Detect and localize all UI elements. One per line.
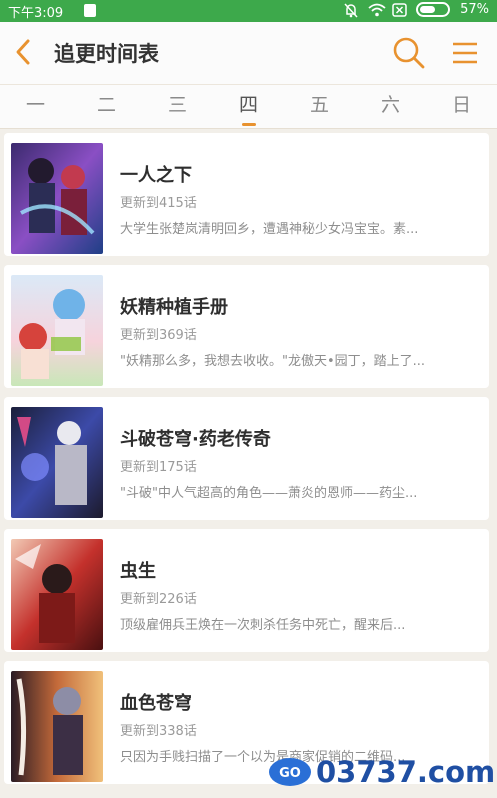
comic-cover-image	[11, 143, 103, 254]
tab-friday[interactable]: 五	[284, 85, 355, 129]
tab-indicator	[242, 123, 256, 126]
comic-description: 顶级雇佣兵王焕在一次刺杀任务中死亡，醒来后...	[120, 618, 406, 633]
comic-update: 更新到175话	[120, 460, 197, 475]
chevron-left-icon[interactable]	[10, 37, 38, 67]
comic-update: 更新到415话	[120, 196, 197, 211]
svg-text:GO: GO	[279, 766, 301, 781]
app-header: 追更时间表	[0, 22, 497, 84]
status-bar: 下午3:09 57%	[0, 0, 497, 22]
tab-label: 三	[167, 94, 187, 116]
tab-label: 一	[25, 94, 45, 116]
comic-title: 斗破苍穹·药老传奇	[120, 429, 271, 450]
tab-label: 四	[238, 94, 258, 116]
x-box-icon	[392, 2, 407, 17]
page-title: 追更时间表	[54, 42, 159, 66]
list-item[interactable]: 虫生 更新到226话 顶级雇佣兵王焕在一次刺杀任务中死亡，醒来后...	[4, 529, 489, 652]
silent-bell-icon	[344, 2, 358, 18]
site-watermark: GO 03737.com	[268, 752, 495, 792]
comic-cover-image	[11, 275, 103, 386]
comic-cover-image	[11, 671, 103, 782]
tab-sunday[interactable]: 日	[426, 85, 497, 129]
comic-title: 一人之下	[120, 165, 192, 186]
comic-cover-image	[11, 539, 103, 650]
comic-title: 妖精种植手册	[120, 297, 228, 318]
tab-wednesday[interactable]: 三	[142, 85, 213, 129]
notification-icon	[84, 4, 96, 17]
battery-icon	[416, 2, 451, 17]
comic-description: "妖精那么多，我想去收收。"龙傲天•园丁，踏上了...	[120, 354, 426, 369]
comic-description: "斗破"中人气超高的角色——萧炎的恩师——药尘...	[120, 486, 418, 501]
comic-title: 血色苍穹	[120, 693, 192, 714]
site-logo-icon: GO	[268, 757, 312, 787]
list-item[interactable]: 妖精种植手册 更新到369话 "妖精那么多，我想去收收。"龙傲天•园丁，踏上了.…	[4, 265, 489, 388]
tab-tuesday[interactable]: 二	[71, 85, 142, 129]
comic-cover-image	[11, 407, 103, 518]
watermark-text: 03737.com	[316, 755, 496, 789]
comic-update: 更新到369话	[120, 328, 197, 343]
weekday-tabs: 一 二 三 四 五 六 日	[0, 84, 497, 129]
tab-monday[interactable]: 一	[0, 85, 71, 129]
tab-label: 二	[96, 94, 116, 116]
comic-description: 大学生张楚岚清明回乡，遭遇神秘少女冯宝宝。素...	[120, 222, 419, 237]
menu-icon[interactable]	[450, 38, 480, 68]
search-icon[interactable]	[392, 36, 426, 70]
tab-label: 五	[309, 94, 329, 116]
tab-label: 日	[451, 94, 471, 116]
tab-saturday[interactable]: 六	[355, 85, 426, 129]
tab-label: 六	[380, 94, 400, 116]
wifi-icon	[368, 3, 386, 17]
comic-title: 虫生	[120, 561, 156, 582]
battery-percent: 57%	[460, 2, 489, 17]
status-icons: 57%	[344, 2, 489, 18]
list-item[interactable]: 一人之下 更新到415话 大学生张楚岚清明回乡，遭遇神秘少女冯宝宝。素...	[4, 133, 489, 256]
comic-update: 更新到226话	[120, 592, 197, 607]
tab-thursday[interactable]: 四	[213, 85, 284, 129]
list-item[interactable]: 斗破苍穹·药老传奇 更新到175话 "斗破"中人气超高的角色——萧炎的恩师——药…	[4, 397, 489, 520]
status-time: 下午3:09	[8, 6, 64, 21]
comic-update: 更新到338话	[120, 724, 197, 739]
